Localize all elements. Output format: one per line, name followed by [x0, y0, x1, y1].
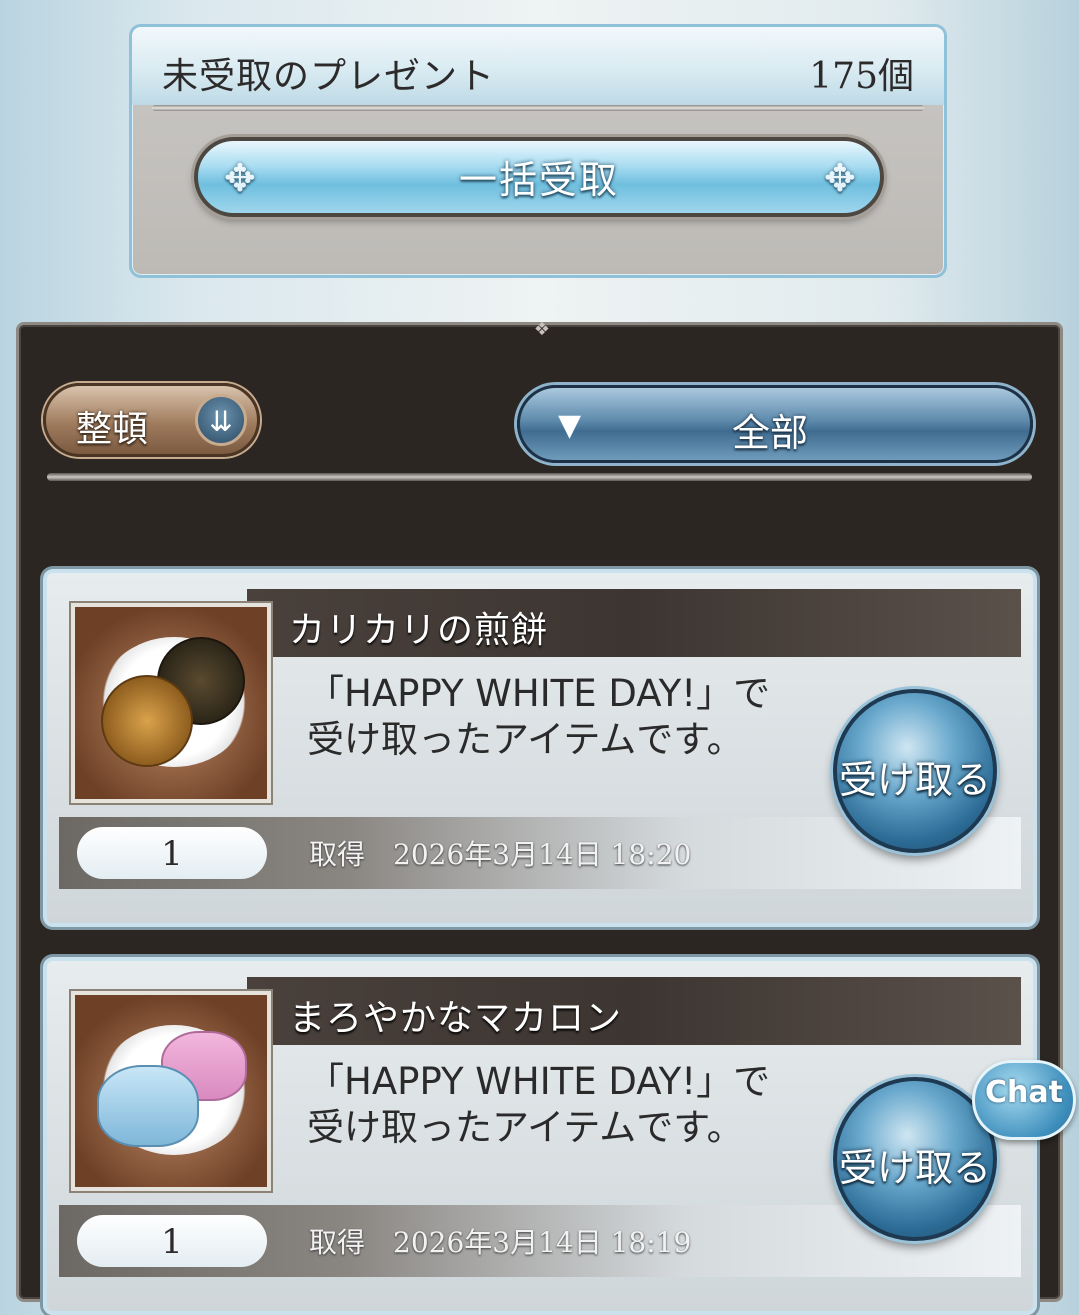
acquired-date: 2026年3月14日 18:19 [393, 1226, 692, 1259]
acquired-date: 2026年3月14日 18:20 [393, 838, 692, 871]
present-summary-header: 未受取のプレゼント 175個 [132, 27, 944, 105]
present-count: 175個 [809, 56, 914, 97]
claim-all-label: 一括受取 [458, 158, 619, 202]
item-acquired-info: 取得 2026年3月14日 18:20 [309, 833, 691, 873]
present-list-panel: ❖ 整頓 ⇊ ▼ 全部 カリカリの煎餅 「HAPPY WHITE DAY!」で受… [16, 319, 1063, 1315]
receive-label: 受け取る [838, 1146, 991, 1190]
item-name: カリカリの煎餅 [289, 610, 549, 651]
sort-label: 整頓 [76, 409, 149, 450]
present-summary-panel: 未受取のプレゼント 175個 ✥ 一括受取 ✥ [129, 24, 947, 278]
present-item: まろやかなマカロン 「HAPPY WHITE DAY!」で受け取ったアイテムです… [43, 957, 1037, 1315]
ornament-left-icon: ✥ [224, 156, 258, 200]
item-quantity: 1 [77, 827, 267, 879]
divider [47, 473, 1032, 481]
claim-all-button[interactable]: ✥ 一括受取 ✥ [194, 137, 884, 217]
present-item: カリカリの煎餅 「HAPPY WHITE DAY!」で受け取ったアイテムです。 … [43, 569, 1037, 927]
chat-label: Chat [985, 1075, 1063, 1110]
filter-dropdown[interactable]: ▼ 全部 [517, 385, 1033, 463]
filter-selected-value: 全部 [732, 411, 809, 455]
golden-cracker-icon [101, 675, 193, 767]
sort-chevrons-icon: ⇊ [195, 394, 247, 446]
item-description: 「HAPPY WHITE DAY!」で受け取ったアイテムです。 [307, 672, 771, 761]
receive-button[interactable]: 受け取る [833, 689, 997, 853]
dropdown-triangle-icon: ▼ [558, 408, 582, 443]
acquired-label: 取得 [309, 838, 366, 871]
receive-label: 受け取る [838, 758, 991, 802]
item-quantity: 1 [77, 1215, 267, 1267]
chat-button[interactable]: Chat [972, 1060, 1076, 1140]
blue-macaron-icon [97, 1065, 199, 1147]
crest-ornament-icon: ❖ [533, 319, 551, 340]
item-description: 「HAPPY WHITE DAY!」で受け取ったアイテムです。 [307, 1060, 771, 1149]
present-summary-title: 未受取のプレゼント [162, 56, 496, 97]
acquired-label: 取得 [309, 1226, 366, 1259]
item-acquired-info: 取得 2026年3月14日 18:19 [309, 1221, 691, 1261]
divider [152, 105, 924, 111]
rice-cracker-item-icon [71, 603, 271, 803]
item-name-bar: カリカリの煎餅 [247, 589, 1021, 657]
ornament-right-icon: ✥ [824, 156, 858, 200]
sort-button[interactable]: 整頓 ⇊ [43, 383, 260, 457]
macaron-item-icon [71, 991, 271, 1191]
item-name-bar: まろやかなマカロン [247, 977, 1021, 1045]
item-name: まろやかなマカロン [289, 998, 623, 1039]
